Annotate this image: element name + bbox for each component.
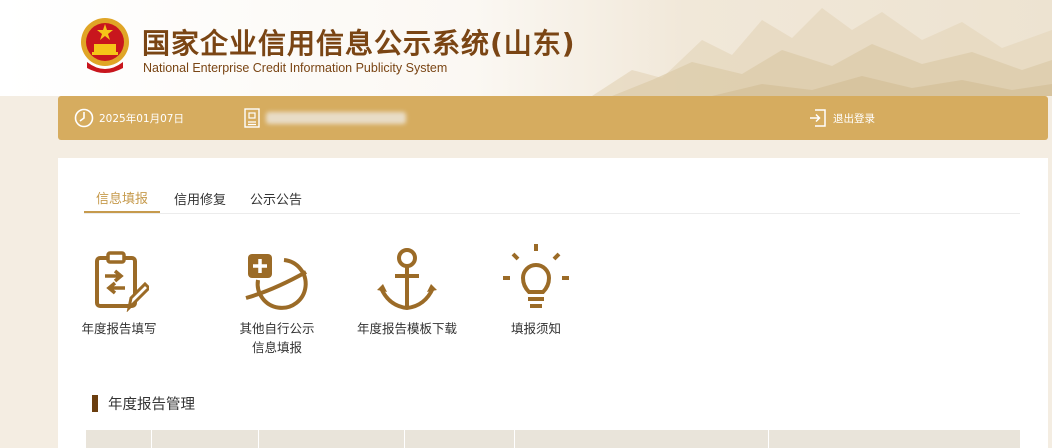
logout-label: 退出登录	[833, 112, 875, 125]
redacted-user-name	[266, 112, 406, 124]
date-display: 2025年01月07日	[74, 96, 184, 140]
planet-plus-icon	[245, 254, 308, 310]
filing-instructions-label: 填报须知	[510, 321, 561, 336]
tab-public-notice[interactable]: 公示公告	[244, 184, 308, 212]
date-text: 2025年01月07日	[99, 112, 184, 125]
filing-instructions-button[interactable]: 填报须知	[486, 236, 586, 338]
annual-report-fill-label: 年度报告填写	[81, 321, 157, 336]
site-header: 国家企业信用信息公示系统(山东) National Enterprise Cre…	[0, 0, 1052, 96]
section-title: 年度报告管理	[108, 397, 195, 413]
annual-report-management-section: 年度报告管理	[92, 393, 195, 414]
annual-report-template-download-button[interactable]: 年度报告模板下载	[357, 236, 457, 338]
other-disclosure-fill-label: 其他自行公示信息填报	[239, 321, 315, 355]
table-header	[86, 430, 1020, 448]
lightbulb-icon	[503, 244, 569, 308]
clock-icon	[74, 108, 94, 128]
site-title: 国家企业信用信息公示系统(山东)	[142, 27, 576, 60]
logout-icon	[810, 109, 826, 127]
tab-info-filing[interactable]: 信息填报	[84, 184, 160, 213]
tab-credit-repair[interactable]: 信用修复	[168, 184, 232, 212]
user-name-display	[243, 96, 406, 140]
site-subtitle: National Enterprise Credit Information P…	[143, 61, 448, 75]
user-badge-icon	[244, 108, 260, 128]
annual-report-clipboard-icon	[95, 251, 149, 312]
annual-report-template-download-label: 年度报告模板下载	[357, 321, 458, 336]
anchor-icon	[377, 248, 437, 311]
logout-button[interactable]: 退出登录	[808, 96, 875, 140]
main-panel: 信息填报 信用修复 公示公告 年度报告填写 其他自行公示信息填报 年度报告模板下…	[58, 158, 1048, 448]
user-info-bar: 2025年01月07日 退出登录	[58, 96, 1048, 140]
tab-bar: 信息填报 信用修复 公示公告	[84, 184, 1020, 214]
section-marker	[92, 395, 98, 412]
national-emblem-icon	[81, 18, 129, 73]
other-disclosure-fill-button[interactable]: 其他自行公示信息填报	[227, 236, 327, 357]
annual-report-fill-button[interactable]: 年度报告填写	[69, 236, 169, 338]
mountain-landscape-decoration	[592, 8, 1052, 96]
